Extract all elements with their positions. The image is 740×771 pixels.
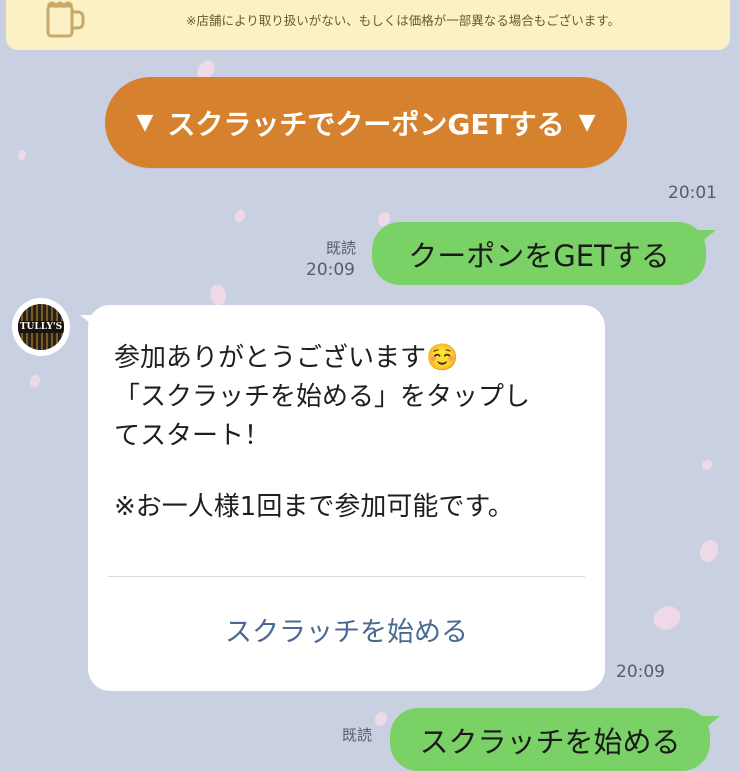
bubble-tail <box>698 716 720 734</box>
bot-message-line: 「スクラッチを始める」をタップし <box>114 382 531 412</box>
triangle-down-icon: ▼ <box>578 110 596 135</box>
triangle-down-icon: ▼ <box>136 110 154 135</box>
start-scratch-action[interactable]: スクラッチを始める <box>88 610 605 649</box>
bot-message-line: ※お一人様1回まで参加可能です。 <box>114 492 514 522</box>
tullys-logo-icon: TULLY'S <box>18 304 64 350</box>
bot-message-line: てスタート！ <box>114 421 271 451</box>
scratch-coupon-button[interactable]: ▼ スクラッチでクーポンGETする ▼ <box>105 77 627 168</box>
product-info-card: ※店舗により取り扱いがない、もしくは価格が一部異なる場合もございます。 <box>6 0 730 50</box>
timestamp: 20:09 <box>306 260 355 280</box>
bot-message-card: 参加ありがとうございます☺️ 「スクラッチを始める」をタップし てスタート！ ※… <box>80 305 605 691</box>
petal-decoration <box>18 150 26 160</box>
bubble-tail <box>80 315 100 331</box>
petal-decoration <box>235 210 245 222</box>
petal-decoration <box>206 282 230 308</box>
disclaimer-note: ※店舗により取り扱いがない、もしくは価格が一部異なる場合もございます。 <box>186 13 620 28</box>
bubble-tail <box>694 230 716 248</box>
read-receipt: 既読 <box>342 726 373 744</box>
user-message-text: クーポンをGETする <box>408 238 670 273</box>
petal-decoration <box>700 540 718 562</box>
petal-decoration <box>30 375 40 387</box>
timestamp: 20:09 <box>616 662 665 682</box>
petal-decoration <box>649 600 685 636</box>
card-divider <box>108 576 585 577</box>
timestamp: 20:01 <box>668 183 717 203</box>
petal-decoration <box>702 460 712 470</box>
bot-message-line: 参加ありがとうございます☺️ <box>114 343 459 373</box>
beer-mug-icon <box>46 1 85 38</box>
petal-decoration <box>375 712 387 726</box>
coupon-button-label: スクラッチでクーポンGETする <box>167 107 565 141</box>
bot-avatar[interactable]: TULLY'S <box>12 298 70 356</box>
avatar-logo-text: TULLY'S <box>18 321 64 333</box>
user-message-bubble: クーポンをGETする <box>372 222 716 285</box>
read-receipt: 既読 <box>326 239 357 257</box>
